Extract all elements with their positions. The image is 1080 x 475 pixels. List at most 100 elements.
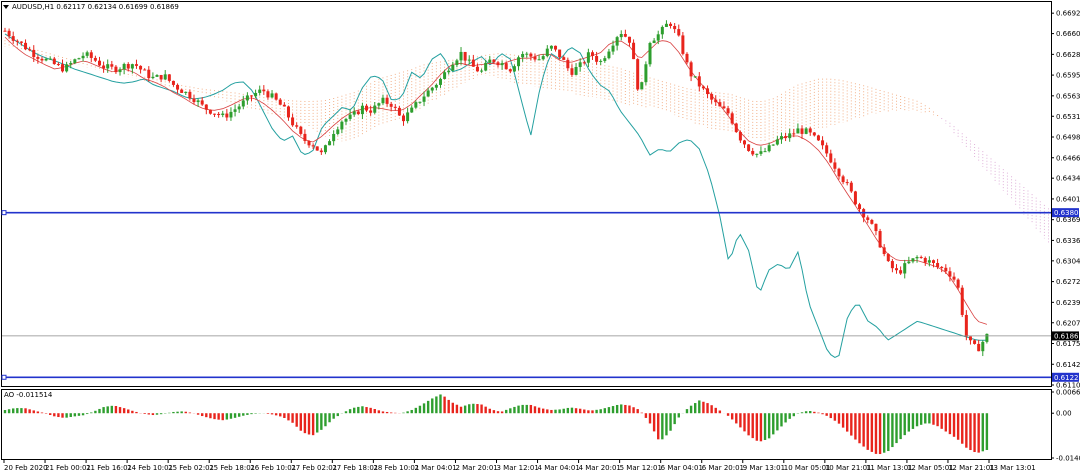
y-tick-label: 0.65310 bbox=[1056, 113, 1080, 121]
candle-body bbox=[443, 72, 447, 79]
candle-body bbox=[488, 59, 492, 63]
candle-body bbox=[619, 33, 623, 38]
candle-body bbox=[899, 270, 903, 274]
candle-body bbox=[632, 42, 636, 60]
x-tick-label: 21 Feb 00:01 bbox=[45, 464, 91, 472]
candle-body bbox=[447, 70, 451, 73]
y-tick-label: 0.64015 bbox=[1056, 195, 1080, 203]
line-anchor-handle[interactable] bbox=[1, 210, 7, 216]
x-tick-label: 13 Mar 13:01 bbox=[989, 464, 1036, 472]
candle-body bbox=[73, 59, 77, 64]
candle-body bbox=[377, 103, 381, 106]
candle-body bbox=[48, 58, 52, 60]
candle-body bbox=[701, 86, 705, 89]
candle-body bbox=[204, 104, 208, 110]
candle-body bbox=[134, 64, 138, 66]
candle-body bbox=[545, 48, 549, 57]
candle-body bbox=[586, 52, 590, 63]
y-tick-label: 0.66925 bbox=[1056, 10, 1080, 18]
candle-body bbox=[28, 49, 32, 51]
x-tick-label: 11 Mar 13:01 bbox=[866, 464, 913, 472]
candle-body bbox=[673, 25, 677, 30]
candle-body bbox=[541, 56, 545, 60]
y-tick-label: 0.64340 bbox=[1056, 175, 1080, 183]
ao-tick-label: 0.00 bbox=[1056, 410, 1072, 418]
candle-body bbox=[250, 95, 253, 97]
candle-body bbox=[771, 144, 775, 146]
x-tick-label: 27 Feb 18:01 bbox=[332, 464, 378, 472]
x-tick-label: 20 Feb 2020 bbox=[4, 464, 48, 472]
y-tick-label: 0.63365 bbox=[1056, 237, 1080, 245]
candle-body bbox=[915, 256, 919, 259]
candle-body bbox=[336, 129, 340, 134]
candle-body bbox=[595, 55, 599, 62]
candle-body bbox=[258, 89, 262, 93]
candle-body bbox=[184, 91, 188, 93]
candle-body bbox=[225, 113, 229, 118]
y-tick-label: 0.63045 bbox=[1056, 257, 1080, 265]
candle-body bbox=[533, 56, 537, 60]
candle-body bbox=[61, 64, 65, 72]
candle-body bbox=[32, 49, 36, 58]
y-tick-label: 0.63690 bbox=[1056, 216, 1080, 224]
candle-body bbox=[106, 64, 110, 69]
mt4-chart[interactable]: 0.638000.618690.61221 0.669250.666050.66… bbox=[0, 0, 1080, 475]
candle-body bbox=[775, 139, 779, 145]
candle-body bbox=[940, 266, 944, 268]
x-tick-label: 26 Feb 10:01 bbox=[250, 464, 296, 472]
candle-body bbox=[656, 34, 660, 41]
candle-body bbox=[459, 51, 463, 61]
candle-body bbox=[471, 59, 475, 67]
candle-body bbox=[389, 103, 393, 107]
candle-body bbox=[3, 30, 7, 32]
candle-body bbox=[196, 100, 200, 103]
candle-body bbox=[369, 110, 373, 113]
x-tick-label: 6 Mar 20:01 bbox=[702, 464, 744, 472]
candle-body bbox=[208, 109, 212, 114]
candle-body bbox=[578, 62, 582, 67]
candle-body bbox=[492, 59, 496, 63]
candle-body bbox=[385, 97, 389, 104]
candle-body bbox=[537, 59, 541, 61]
candle-body bbox=[484, 62, 488, 71]
candle-body bbox=[159, 75, 163, 80]
x-tick-label: 12 Mar 21:01 bbox=[948, 464, 995, 472]
candle-body bbox=[816, 135, 820, 141]
candle-body bbox=[796, 128, 800, 134]
candle-body bbox=[356, 111, 360, 115]
candle-body bbox=[171, 80, 175, 85]
candle-body bbox=[245, 95, 249, 101]
line-anchor-handle[interactable] bbox=[1, 374, 7, 380]
candle-body bbox=[77, 58, 81, 60]
candle-body bbox=[722, 106, 726, 109]
candle-body bbox=[562, 57, 566, 60]
candle-body bbox=[85, 52, 89, 56]
candle-body bbox=[360, 105, 364, 115]
candle-body bbox=[767, 145, 771, 152]
candle-body bbox=[270, 93, 274, 98]
candle-body bbox=[968, 336, 972, 341]
chart-background bbox=[0, 0, 1080, 475]
candle-body bbox=[689, 62, 693, 77]
candle-body bbox=[549, 45, 553, 49]
candle-body bbox=[800, 128, 804, 134]
candle-body bbox=[973, 340, 977, 344]
candle-body bbox=[726, 108, 730, 114]
candle-body bbox=[948, 271, 952, 277]
candle-body bbox=[81, 55, 85, 59]
candle-body bbox=[402, 115, 406, 122]
candle-body bbox=[180, 89, 184, 93]
candle-body bbox=[808, 128, 812, 133]
candle-body bbox=[217, 113, 221, 116]
x-tick-label: 4 Mar 04:01 bbox=[538, 464, 580, 472]
candle-body bbox=[779, 136, 783, 140]
candle-body bbox=[155, 75, 159, 77]
candle-body bbox=[192, 98, 196, 103]
candle-body bbox=[414, 102, 418, 108]
candle-body bbox=[664, 23, 668, 27]
candle-body bbox=[496, 62, 500, 66]
candle-body bbox=[213, 113, 217, 115]
candle-body bbox=[295, 125, 299, 127]
candle-body bbox=[841, 176, 845, 183]
x-tick-label: 25 Feb 18:01 bbox=[209, 464, 255, 472]
